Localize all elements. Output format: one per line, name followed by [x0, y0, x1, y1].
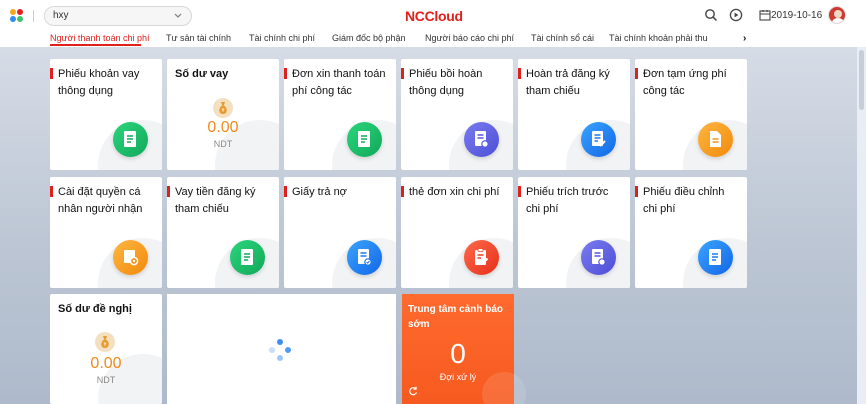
card-accent-bar	[401, 186, 404, 197]
early-warning-card[interactable]: Trung tâm cảnh báo sớm 0 Đợi xử lý	[402, 294, 526, 404]
app-grid-icon[interactable]	[10, 9, 24, 23]
card-accent-bar	[284, 68, 287, 79]
loading-spinner-icon	[269, 339, 291, 361]
header-divider	[33, 10, 34, 22]
file-icon	[698, 122, 733, 157]
loan-balance-value: 0.00	[207, 119, 239, 136]
money-bag-icon: ¥	[95, 332, 115, 352]
proposal-balance-value: 0.00	[90, 355, 122, 372]
document-check-icon	[347, 240, 382, 275]
loan-balance-currency: NDT	[213, 139, 233, 149]
card-title: Đơn xin thanh toán phí công tác	[292, 68, 386, 97]
calendar-icon[interactable]	[759, 9, 771, 21]
active-tab-indicator	[50, 44, 141, 46]
svg-text:¥: ¥	[221, 108, 224, 114]
tab-tai-chinh-khoan-phai-thu[interactable]: Tài chính khoản phải thu	[609, 33, 708, 43]
document-settings-icon	[581, 240, 616, 275]
document-icon	[347, 122, 382, 157]
document-settings-icon	[464, 122, 499, 157]
warning-title: Trung tâm cảnh báo sớm	[408, 304, 504, 330]
clipboard-edit-icon	[464, 240, 499, 275]
chevron-right-icon[interactable]: ›	[743, 33, 746, 44]
card-title: Phiếu khoản vay thông dụng	[58, 68, 140, 97]
brand-logo: NCCloud	[405, 8, 463, 24]
card-title: thẻ đơn xin chi phí	[409, 186, 500, 198]
workspace: Phiếu khoản vay thông dụng Số dư vay ¥ 0…	[0, 47, 866, 404]
card-accent-bar	[518, 186, 521, 197]
play-circle-icon[interactable]	[729, 8, 743, 22]
tab-giam-doc-bo-phan[interactable]: Giám đốc bộ phận	[332, 33, 406, 43]
settings-icon	[113, 240, 148, 275]
avatar-body	[831, 18, 845, 23]
card-title: Đơn tạm ứng phí công tác	[643, 68, 727, 97]
card-title: Số dư đề nghị	[58, 303, 132, 315]
role-tabs: Người thanh toán chi phí Tư sản tài chín…	[0, 32, 866, 47]
tab-tai-chinh-chi-phi[interactable]: Tài chính chi phí	[249, 33, 315, 43]
warning-label: Đợi xử lý	[439, 372, 477, 382]
scrollbar-thumb[interactable]	[859, 50, 864, 110]
card-vay-tien-dang-ky[interactable]: Vay tiền đăng ký tham chiếu	[167, 177, 279, 288]
card-accent-bar	[401, 68, 404, 79]
money-bag-icon: ¥	[213, 98, 233, 118]
card-giay-tra-no[interactable]: Giấy trả nợ	[284, 177, 396, 288]
card-don-tam-ung[interactable]: Đơn tạm ứng phí công tác	[635, 59, 747, 170]
document-icon	[230, 240, 265, 275]
document-icon	[698, 240, 733, 275]
card-title: Phiếu bồi hoàn thông dụng	[409, 68, 483, 97]
current-date[interactable]: 2019-10-16	[771, 10, 822, 21]
user-avatar-icon[interactable]	[828, 6, 846, 24]
card-accent-bar	[284, 186, 287, 197]
card-accent-bar	[50, 68, 53, 79]
tab-nguoi-thanh-toan[interactable]: Người thanh toán chi phí	[50, 33, 150, 43]
avatar-face	[834, 10, 842, 18]
card-phieu-trich-truoc[interactable]: Phiếu trích trước chi phí	[518, 177, 630, 288]
tab-fade	[722, 33, 738, 45]
org-select[interactable]: hxy	[44, 6, 192, 26]
tab-tu-san-tai-chinh[interactable]: Tư sản tài chính	[166, 33, 231, 43]
document-edit-icon	[581, 122, 616, 157]
proposal-balance-currency: NDT	[96, 375, 116, 385]
tab-tai-chinh-so-cai[interactable]: Tài chính sổ cái	[531, 33, 594, 43]
card-accent-bar	[167, 186, 170, 197]
card-cai-dat-quyen[interactable]: Cài đặt quyền cá nhân người nhận	[50, 177, 162, 288]
card-title: Phiếu điều chỉnh chi phí	[643, 186, 725, 215]
card-title: Số dư vay	[175, 68, 229, 80]
card-accent-bar	[50, 186, 53, 197]
warning-count: 0	[450, 338, 466, 369]
card-title: Cài đặt quyền cá nhân người nhận	[58, 186, 143, 215]
card-title: Phiếu trích trước chi phí	[526, 186, 609, 215]
card-the-don-xin-chi-phi[interactable]: thẻ đơn xin chi phí	[401, 177, 513, 288]
card-accent-bar	[635, 186, 638, 197]
card-title: Vay tiền đăng ký tham chiếu	[175, 186, 256, 215]
card-phieu-dieu-chinh[interactable]: Phiếu điều chỉnh chi phí	[635, 177, 747, 288]
loading-panel	[167, 294, 396, 404]
card-phieu-khoan-vay[interactable]: Phiếu khoản vay thông dụng	[50, 59, 162, 170]
card-hoan-tra-dang-ky[interactable]: Hoàn trả đăng ký tham chiếu	[518, 59, 630, 170]
top-header: hxy NCCloud 2019-10-16	[0, 0, 866, 32]
card-so-du-vay[interactable]: Số dư vay ¥ 0.00 NDT	[167, 59, 279, 170]
refresh-icon[interactable]	[408, 386, 418, 396]
card-accent-bar	[518, 68, 521, 79]
org-select-value: hxy	[53, 10, 69, 21]
chevron-down-icon	[174, 13, 182, 18]
card-title: Giấy trả nợ	[292, 186, 347, 198]
document-icon	[113, 122, 148, 157]
search-icon[interactable]	[704, 8, 718, 22]
vertical-scrollbar[interactable]	[857, 47, 866, 404]
card-so-du-de-nghi[interactable]: Số dư đề nghị ¥ 0.00 NDT	[50, 294, 162, 404]
card-don-xin-thanh-toan[interactable]: Đơn xin thanh toán phí công tác	[284, 59, 396, 170]
tab-nguoi-bao-cao[interactable]: Người báo cáo chi phí	[425, 33, 514, 43]
svg-text:¥: ¥	[103, 342, 106, 348]
card-title: Hoàn trả đăng ký tham chiếu	[526, 68, 610, 97]
card-phieu-boi-hoan[interactable]: Phiếu bồi hoàn thông dụng	[401, 59, 513, 170]
card-accent-bar	[635, 68, 638, 79]
